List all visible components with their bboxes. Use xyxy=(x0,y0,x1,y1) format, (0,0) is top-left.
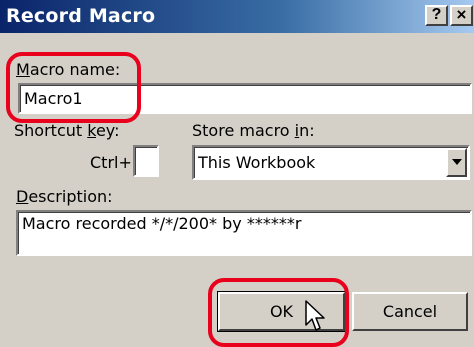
store-macro-in-label: Store macro in: xyxy=(192,121,315,140)
description-input[interactable]: Macro recorded */*/200* by ******r xyxy=(16,210,472,256)
arrow-pointer-icon xyxy=(305,300,325,331)
cancel-button[interactable]: Cancel xyxy=(352,292,468,331)
ctrl-prefix-label: Ctrl+ xyxy=(90,153,132,172)
store-macro-in-select[interactable]: This Workbook xyxy=(192,145,470,180)
title-bar[interactable]: Record Macro ? × xyxy=(0,0,474,33)
help-button[interactable]: ? xyxy=(425,5,448,26)
dropdown-arrow-icon[interactable] xyxy=(446,148,467,177)
shortcut-key-input[interactable] xyxy=(133,145,159,177)
macro-name-input[interactable]: Macro1 xyxy=(18,83,472,114)
dialog-title: Record Macro xyxy=(6,5,156,27)
close-button[interactable]: × xyxy=(450,5,473,26)
macro-name-label: Macro name: xyxy=(16,60,121,79)
shortcut-key-label: Shortcut key: xyxy=(14,121,120,140)
record-macro-dialog: Record Macro ? × Macro name: Macro1 Shor… xyxy=(0,0,474,347)
description-label: Description: xyxy=(16,187,113,206)
store-macro-in-value: This Workbook xyxy=(198,153,316,172)
